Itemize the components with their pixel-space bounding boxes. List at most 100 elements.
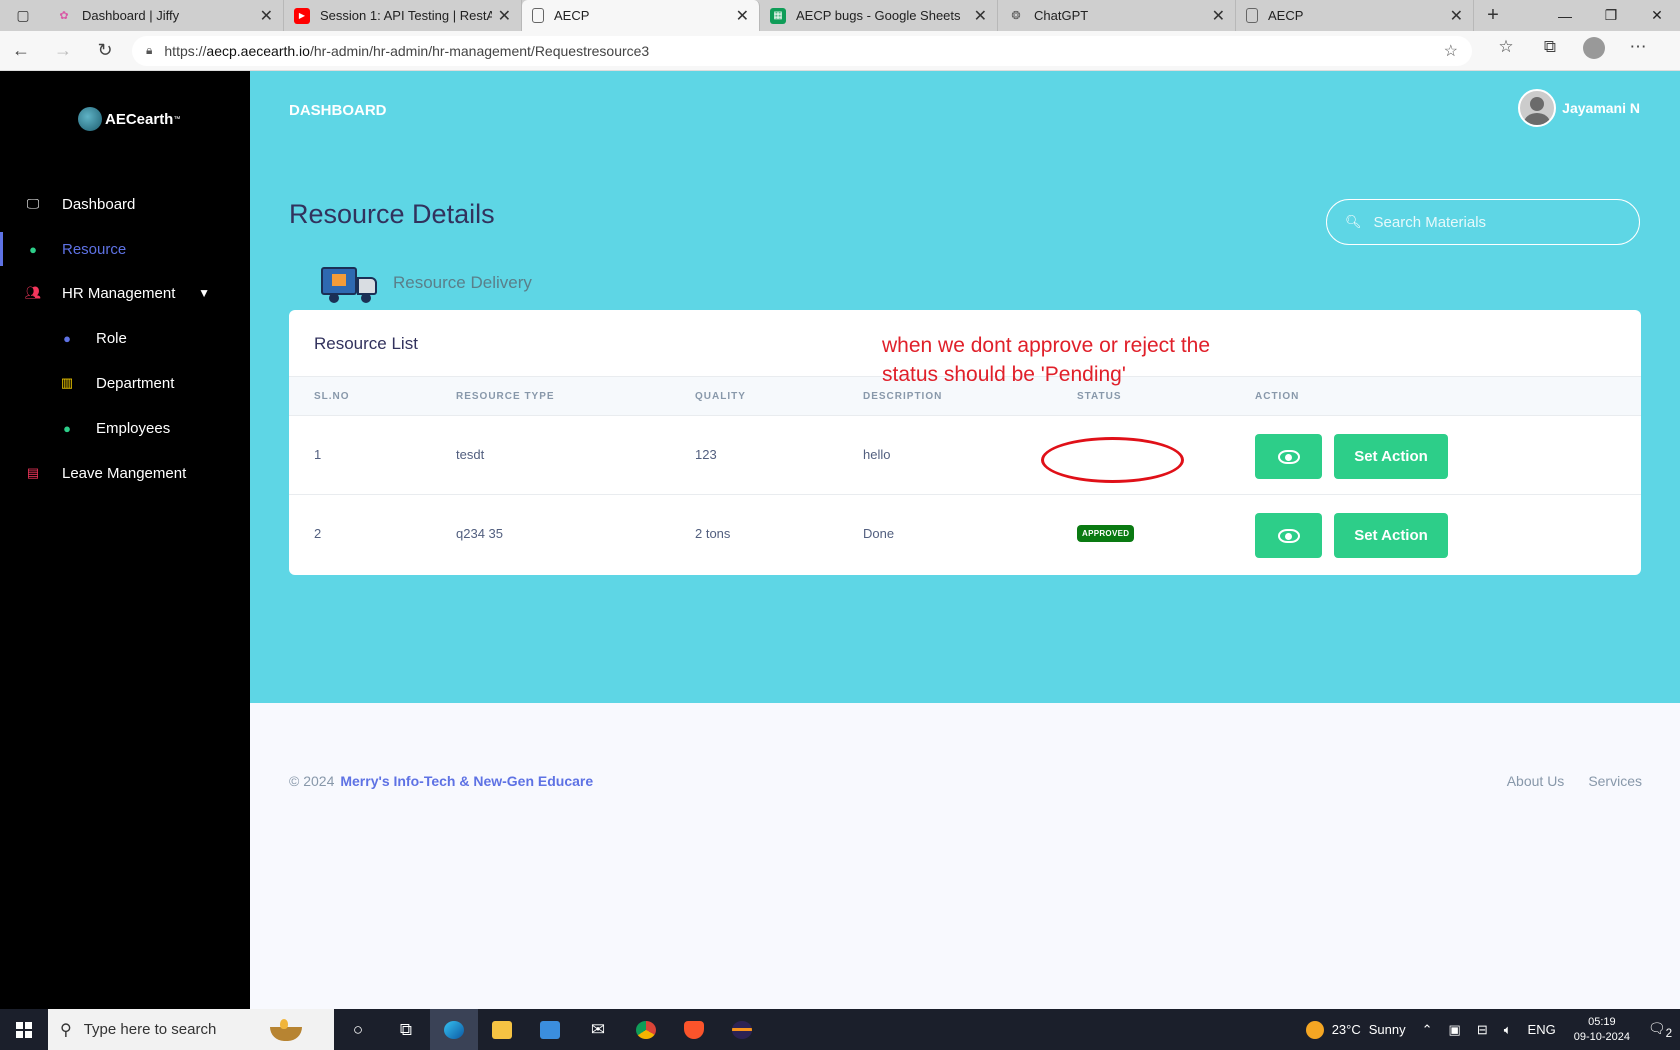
weather-text[interactable]: Sunny — [1369, 1022, 1406, 1037]
truck-icon — [321, 263, 379, 303]
lock-icon[interactable]: 🔒︎ — [146, 43, 152, 58]
view-button[interactable] — [1255, 434, 1322, 479]
clock-date: 09-10-2024 — [1573, 1030, 1630, 1043]
user-menu[interactable]: Jayamani N — [1518, 89, 1640, 127]
new-tab-icon[interactable]: + — [1474, 0, 1512, 31]
profile-icon[interactable] — [1572, 37, 1616, 64]
browser-tab[interactable]: AECP ✕ — [1236, 0, 1474, 31]
task-view-icon[interactable]: ⧉ — [382, 1009, 430, 1050]
clock[interactable]: 05:19 09-10-2024 — [1574, 1015, 1630, 1045]
role-icon: ● — [63, 330, 71, 346]
browser-tab-active[interactable]: AECP ✕ — [522, 0, 760, 31]
column-header: ACTION — [1255, 391, 1300, 402]
notification-icon[interactable]: 🗨︎2 — [1640, 1020, 1680, 1040]
copyright-text: © 2024 — [289, 773, 335, 789]
notification-count: 2 — [1665, 1026, 1673, 1040]
more-icon[interactable]: ⋯ — [1616, 37, 1660, 64]
close-tab-icon[interactable]: ✕ — [974, 6, 987, 26]
leave-icon: ▤ — [26, 465, 40, 480]
windows-icon — [16, 1021, 32, 1038]
store-icon[interactable] — [526, 1009, 574, 1050]
meet-now-icon[interactable]: ▣ — [1449, 1022, 1461, 1038]
page-icon — [532, 8, 544, 23]
favorite-add-icon[interactable]: ☆ — [1444, 41, 1458, 61]
sidebar-item-dashboard[interactable]: 🖵︎ Dashboard — [0, 183, 250, 225]
view-button[interactable] — [1255, 513, 1322, 558]
globe-icon — [78, 107, 102, 131]
windows-taskbar: ⚲ Type here to search ○ ⧉ ✉ 23°C Sunny ⌃… — [0, 1009, 1680, 1050]
annotation-line: when we dont approve or reject the — [882, 334, 1211, 357]
user-circle-icon: ● — [63, 420, 71, 436]
cell-quality: 123 — [695, 447, 717, 462]
search-placeholder: Search Materials — [1373, 213, 1487, 231]
building-icon: ▥ — [60, 375, 74, 390]
sidebar-item-resource[interactable]: ● Resource — [0, 228, 250, 270]
browser-tab[interactable]: ✿ Dashboard | Jiffy ✕ — [46, 0, 284, 31]
close-tab-icon[interactable]: ✕ — [260, 6, 273, 26]
cortana-icon[interactable]: ○ — [334, 1009, 382, 1050]
avatar — [1518, 89, 1557, 127]
sidebar-item-hr-management[interactable]: 👥︎ HR Management ▼ — [0, 272, 250, 314]
chatgpt-icon: ❂ — [1011, 10, 1021, 22]
jiffy-icon: ✿ — [59, 10, 69, 22]
browser-tab[interactable]: ❂ ChatGPT ✕ — [998, 0, 1236, 31]
restore-icon[interactable]: ❐ — [1588, 0, 1634, 31]
user-circle-icon: ● — [29, 241, 37, 257]
footer-brand-link[interactable]: Merry's Info-Tech & New-Gen Educare — [340, 773, 593, 789]
cell-sl: 1 — [314, 447, 322, 462]
weather-sun-icon[interactable] — [1305, 1020, 1324, 1039]
close-tab-icon[interactable]: ✕ — [1212, 6, 1225, 26]
favorites-icon[interactable]: ☆ — [1484, 37, 1528, 64]
language-indicator[interactable]: ENG — [1528, 1022, 1556, 1037]
users-icon: 👥︎ — [24, 285, 42, 300]
chrome-icon[interactable] — [622, 1009, 670, 1050]
refresh-icon[interactable]: ↻ — [84, 40, 126, 61]
annotation-note: when we dont approve or reject the statu… — [882, 331, 1262, 389]
search-input[interactable]: 🔍︎ Search Materials — [1326, 199, 1640, 245]
temperature[interactable]: 23°C — [1332, 1022, 1361, 1037]
close-tab-icon[interactable]: ✕ — [1450, 6, 1463, 26]
browser-tab[interactable]: ▶ Session 1: API Testing | RestAssu ✕ — [284, 0, 522, 31]
sidebar-item-leave-management[interactable]: ▤ Leave Mangement — [0, 452, 250, 494]
footer-link-services[interactable]: Services — [1588, 773, 1642, 789]
logo[interactable]: AECearth ™ — [78, 107, 180, 131]
edge-icon[interactable] — [430, 1009, 478, 1050]
close-tab-icon[interactable]: ✕ — [498, 6, 511, 26]
eclipse-icon[interactable] — [718, 1009, 766, 1050]
cell-type: q234 35 — [456, 526, 503, 541]
sidebar-item-role[interactable]: ● Role — [0, 317, 250, 359]
collections-icon[interactable]: ⧉ — [1528, 37, 1572, 64]
set-action-button[interactable]: Set Action — [1334, 434, 1448, 479]
sidebar-item-department[interactable]: ▥ Department — [0, 362, 250, 404]
browser-tab[interactable]: ▦ AECP bugs - Google Sheets ✕ — [760, 0, 998, 31]
minimize-icon[interactable]: — — [1542, 0, 1588, 31]
column-header: SL.NO — [314, 391, 350, 402]
close-tab-icon[interactable]: ✕ — [736, 6, 749, 26]
monitor-icon: 🖵︎ — [26, 196, 40, 211]
footer-link-about[interactable]: About Us — [1507, 773, 1565, 789]
sidebar-item-employees[interactable]: ● Employees — [0, 407, 250, 449]
close-window-icon[interactable]: ✕ — [1634, 0, 1680, 31]
youtube-icon: ▶ — [294, 7, 310, 24]
start-button[interactable] — [0, 1021, 48, 1038]
mail-icon[interactable]: ✉ — [574, 1009, 622, 1050]
back-icon[interactable]: ← — [0, 40, 42, 61]
sheets-icon: ▦ — [770, 7, 786, 24]
tab-actions-icon[interactable]: ▢ — [0, 0, 46, 31]
taskbar-search[interactable]: ⚲ Type here to search — [48, 1009, 334, 1050]
dashboard-link[interactable]: DASHBOARD — [289, 102, 387, 119]
chevron-up-icon[interactable]: ⌃ — [1422, 1022, 1433, 1038]
browser-tab-strip: ▢ ✿ Dashboard | Jiffy ✕ ▶ Session 1: API… — [0, 0, 1680, 31]
volume-icon[interactable]: 🔈︎ — [1504, 1022, 1512, 1038]
cell-description: Done — [863, 526, 895, 541]
cell-description: hello — [863, 447, 891, 462]
diya-icon — [266, 1015, 326, 1045]
url-field[interactable]: 🔒︎ https://aecp.aecearth.io/hr-admin/hr-… — [132, 35, 1472, 66]
brave-icon[interactable] — [670, 1009, 718, 1050]
status-badge: APPROVED — [1077, 525, 1135, 542]
footer-copyright: © 2024 Merry's Info-Tech & New-Gen Educar… — [289, 773, 593, 789]
file-explorer-icon[interactable] — [478, 1009, 526, 1050]
network-icon[interactable]: ⊟ — [1477, 1022, 1488, 1038]
set-action-button[interactable]: Set Action — [1334, 513, 1448, 558]
chevron-down-icon: ▼ — [198, 286, 210, 300]
